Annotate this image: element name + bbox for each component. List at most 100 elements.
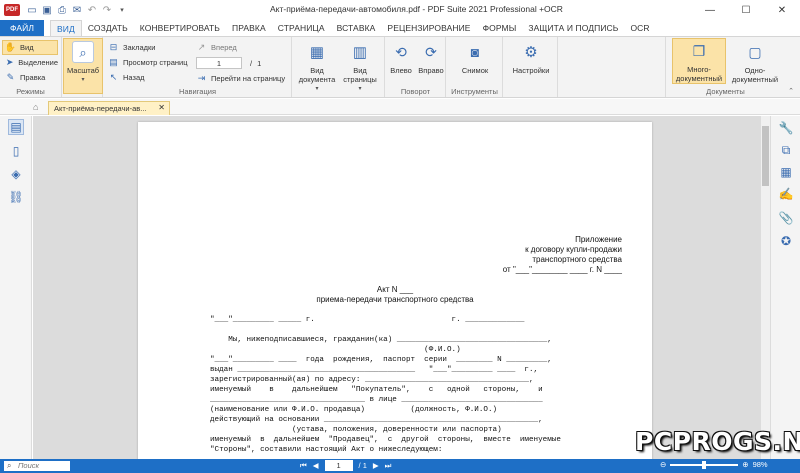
- quick-access-toolbar: ▭ ▣ ⎙ ✉ ↶ ↷ ▾: [26, 4, 128, 16]
- group-label-tools: Инструменты: [451, 87, 498, 96]
- qat-dropdown-icon[interactable]: ▾: [116, 4, 128, 16]
- bookmarks-panel-icon[interactable]: ▯: [8, 143, 24, 159]
- app-logo: PDF: [4, 4, 20, 16]
- previous-page-icon[interactable]: ◀: [313, 461, 319, 470]
- edit-pen-icon: ✎: [6, 72, 15, 82]
- group-modes: ✋ Вид ➤ Выделение ✎ Правка Режимы: [0, 37, 62, 97]
- document-view-button[interactable]: ▦ Вид документа ▾: [296, 39, 338, 94]
- signature-icon[interactable]: ✍: [778, 186, 794, 202]
- tab-page[interactable]: СТРАНИЦА: [272, 20, 331, 36]
- forward-button[interactable]: ↗ Вперед: [196, 40, 285, 55]
- mail-icon[interactable]: ✉: [71, 4, 83, 16]
- rotate-left-button[interactable]: ⟲ Влево: [386, 39, 416, 76]
- camera-icon: ◙: [470, 43, 480, 60]
- page-number-input[interactable]: 1: [196, 57, 242, 69]
- rotate-right-icon: ⟳: [425, 43, 437, 60]
- gear-icon: ⚙: [524, 43, 538, 61]
- maximize-button[interactable]: ☐: [728, 0, 764, 20]
- document-tab-strip: ⌂ Акт-приёма-передачи-ав... ✕: [0, 99, 800, 115]
- doc-line: (Ф.И.О.): [210, 346, 461, 354]
- layers-panel-icon[interactable]: ◈: [8, 166, 24, 182]
- redo-icon[interactable]: ↷: [101, 4, 113, 16]
- doc-line: "___"_________ _____ г. г. _____________: [210, 316, 525, 324]
- status-page-total: / 1: [358, 461, 367, 470]
- hand-icon: ✋: [4, 42, 17, 52]
- print-icon[interactable]: ⎙: [56, 4, 68, 16]
- document-tab[interactable]: Акт-приёма-передачи-ав... ✕: [48, 101, 170, 115]
- close-tab-icon[interactable]: ✕: [158, 103, 165, 112]
- tab-create[interactable]: СОЗДАТЬ: [82, 20, 134, 36]
- pdf-page: Приложение к договору купли-продажи тран…: [138, 122, 652, 462]
- first-page-icon[interactable]: ⏮: [300, 461, 307, 471]
- open-folder-icon[interactable]: ▭: [26, 4, 38, 16]
- scrollbar-thumb[interactable]: [762, 126, 769, 186]
- page-view-mode-button[interactable]: ▥ Вид страницы ▾: [339, 39, 381, 94]
- tab-convert[interactable]: КОНВЕРТИРОВАТЬ: [134, 20, 226, 36]
- compare-icon[interactable]: ⧉: [778, 142, 794, 158]
- multi-document-button[interactable]: ❐ Много-документный: [672, 38, 726, 84]
- appendix-line-1: Приложение: [575, 235, 622, 244]
- tab-review[interactable]: РЕЦЕНЗИРОВАНИЕ: [381, 20, 476, 36]
- zoom-slider[interactable]: [670, 460, 739, 469]
- cursor-icon: ➤: [5, 57, 14, 67]
- form-fields-icon[interactable]: ▦: [778, 164, 794, 180]
- page-total: 1: [257, 58, 262, 68]
- mode-view-button[interactable]: ✋ Вид: [2, 40, 58, 55]
- mode-edit-button[interactable]: ✎ Правка: [2, 70, 58, 85]
- document-view-icon: ▦: [309, 43, 325, 61]
- wrench-icon[interactable]: 🔧: [778, 120, 794, 136]
- home-icon[interactable]: ⌂: [33, 102, 43, 112]
- zoom-in-icon[interactable]: ⊕: [742, 460, 748, 469]
- ribbon-tabs: ФАЙЛ ВИД СОЗДАТЬ КОНВЕРТИРОВАТЬ ПРАВКА С…: [0, 20, 800, 36]
- doc-line: "Стороны", составили настоящий Акт о ниж…: [210, 446, 443, 454]
- settings-button[interactable]: ⚙ Настройки: [510, 39, 552, 76]
- last-page-icon[interactable]: ⏭: [385, 461, 392, 471]
- group-zoom: ⌕ Масштаб ▾: [63, 37, 103, 97]
- goto-icon: ⇥: [197, 73, 206, 83]
- bookmarks-button[interactable]: ⊟ Закладки: [108, 40, 188, 55]
- tab-forms[interactable]: ФОРМЫ: [477, 20, 523, 36]
- tab-ocr[interactable]: OCR: [624, 20, 655, 36]
- search-icon: ⌕: [7, 461, 12, 470]
- act-subtitle: приема-передачи транспортного средства: [316, 295, 474, 304]
- page-view-button[interactable]: ▤ Просмотр страниц: [108, 55, 187, 70]
- back-arrow-icon: ↖: [109, 72, 118, 82]
- search-input[interactable]: ⌕ Поиск: [4, 461, 70, 471]
- single-document-button[interactable]: ▢ Одно-документный: [728, 39, 782, 85]
- tab-file[interactable]: ФАЙЛ: [0, 20, 44, 36]
- ribbon-collapse-icon[interactable]: ⌃: [788, 87, 794, 95]
- save-icon[interactable]: ▣: [41, 4, 53, 16]
- links-panel-icon[interactable]: ⛓: [8, 189, 24, 205]
- window-title: Акт-приёма-передачи-автомобиля.pdf - PDF…: [270, 4, 563, 14]
- tab-protect-sign[interactable]: ЗАЩИТА И ПОДПИСЬ: [522, 20, 624, 36]
- snapshot-button[interactable]: ◙ Снимок: [454, 39, 496, 76]
- goto-page-button[interactable]: ⇥ Перейти на страницу: [196, 71, 285, 86]
- rotate-right-button[interactable]: ⟳ Вправо: [416, 39, 446, 76]
- certificate-icon[interactable]: ✪: [778, 233, 794, 249]
- zoom-button[interactable]: ⌕ Масштаб ▾: [63, 38, 103, 94]
- multi-document-icon: ❐: [692, 42, 706, 59]
- back-button[interactable]: ↖ Назад: [108, 70, 188, 85]
- dropdown-caret-icon: ▾: [315, 86, 319, 92]
- appendix-line-3: транспортного средства: [532, 255, 622, 264]
- attachment-icon[interactable]: 📎: [778, 210, 794, 226]
- tab-view[interactable]: ВИД: [50, 20, 82, 36]
- mode-select-button[interactable]: ➤ Выделение: [2, 55, 58, 70]
- minimize-button[interactable]: —: [692, 0, 728, 20]
- tab-edit[interactable]: ПРАВКА: [226, 20, 272, 36]
- zoom-slider-knob[interactable]: [701, 460, 706, 469]
- group-label-navigation: Навигация: [178, 87, 217, 96]
- tab-insert[interactable]: ВСТАВКА: [331, 20, 382, 36]
- bookmark-icon: ⊟: [109, 42, 118, 52]
- thumbnails-panel-icon[interactable]: ▤: [8, 119, 24, 135]
- doc-line: __________________________________ в лиц…: [210, 396, 543, 404]
- forward-arrow-icon: ↗: [197, 42, 206, 52]
- vertical-scrollbar[interactable]: [761, 116, 770, 459]
- zoom-out-icon[interactable]: ⊖: [660, 460, 666, 469]
- next-page-icon[interactable]: ▶: [373, 461, 379, 470]
- undo-icon[interactable]: ↶: [86, 4, 98, 16]
- title-bar: PDF ▭ ▣ ⎙ ✉ ↶ ↷ ▾ Акт-приёма-передачи-ав…: [0, 0, 800, 20]
- single-document-icon: ▢: [748, 43, 762, 60]
- status-page-input[interactable]: 1: [324, 460, 353, 471]
- close-button[interactable]: ✕: [764, 0, 800, 20]
